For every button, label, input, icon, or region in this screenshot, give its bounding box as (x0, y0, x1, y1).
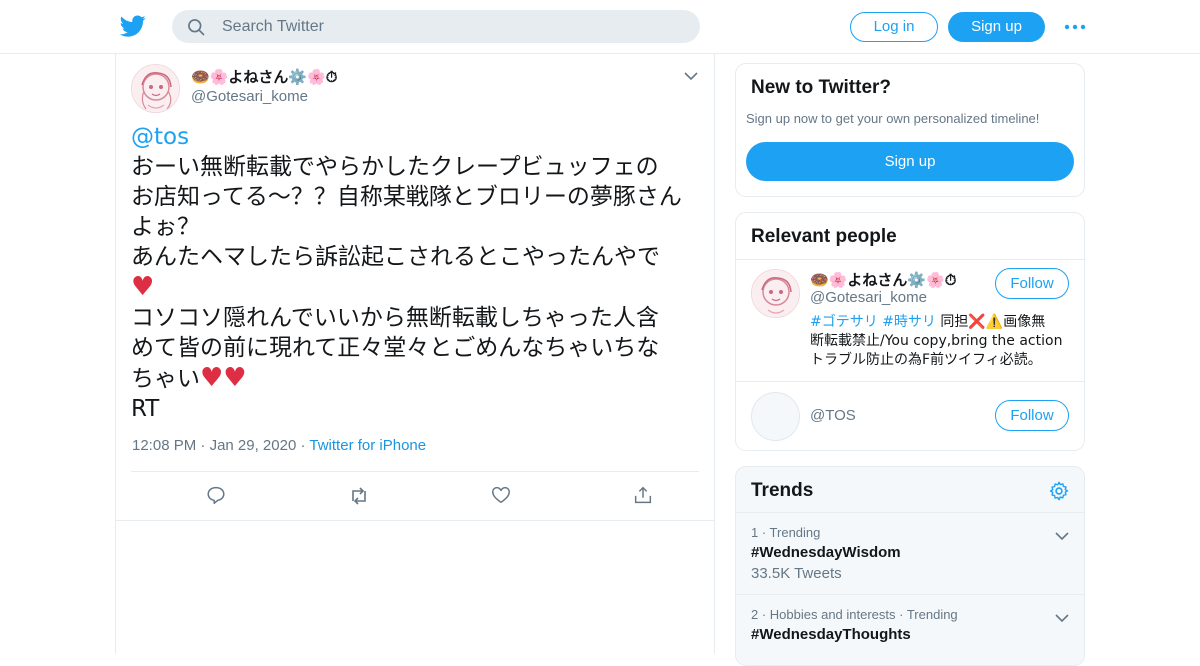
tweet-line: RT (131, 396, 160, 422)
trend-meta: 2 · Hobbies and interests · Trending (751, 607, 958, 622)
relevant-people-title: Relevant people (751, 226, 897, 247)
search-icon (186, 16, 208, 38)
divider (131, 471, 699, 472)
follow-button[interactable]: Follow (995, 268, 1069, 299)
trend-name[interactable]: #WednesdayThoughts (751, 626, 911, 643)
divider (116, 520, 714, 521)
follow-button[interactable]: Follow (995, 400, 1069, 431)
divider (736, 259, 1084, 260)
tweet-line: コソコソ隠れんでいいから無断転載しちゃった人含 (131, 305, 659, 331)
more-options-icon[interactable] (1063, 20, 1087, 34)
bio-text: トラブル防止の為F前ツイフィ必読。 (810, 352, 1042, 368)
signup-card: New to Twitter? Sign up now to get your … (735, 63, 1085, 197)
trends-card: Trends 1 · Trending #WednesdayWisdom 33.… (735, 466, 1085, 666)
signup-card-title: New to Twitter? (751, 77, 892, 98)
relevant-people-card: Relevant people 🍩🌸よねさん⚙️🌸⏱ @Gotesari_kom… (735, 212, 1085, 451)
meta-separator: · (200, 437, 210, 454)
top-bar: Log in Sign up (0, 0, 1200, 54)
heart-emoji: ♥ (131, 272, 155, 302)
divider (736, 381, 1084, 382)
hashtag-link[interactable]: #時サリ (882, 314, 936, 330)
trends-title: Trends (751, 480, 814, 501)
person-name[interactable]: 🍩🌸よねさん⚙️🌸⏱ (810, 269, 956, 290)
bio-text: 同担❌⚠️画像無 (935, 314, 1046, 330)
search-box[interactable] (172, 10, 700, 43)
chevron-down-icon[interactable] (1055, 528, 1069, 541)
trend-name[interactable]: #WednesdayWisdom (751, 544, 901, 561)
tweet-author-name[interactable]: 🍩🌸よねさん⚙️🌸⏱ (191, 66, 337, 87)
tweet-line: よぉ？ (131, 214, 200, 240)
share-icon[interactable] (632, 484, 656, 508)
search-input[interactable] (222, 17, 662, 36)
tweet-line: ちゃい (131, 366, 200, 392)
signup-card-subtitle: Sign up now to get your own personalized… (746, 111, 1040, 126)
tweet-line: めて皆の前に現れて正々堂々とごめんなちゃいちな (131, 335, 660, 361)
tweet-column: 🍩🌸よねさん⚙️🌸⏱ @Gotesari_kome @tos おーい無断転載でや… (115, 54, 715, 654)
person-handle[interactable]: @TOS (810, 407, 856, 424)
tweet-line: おーい無断転載でやらかしたクレープビュッフェの (131, 154, 659, 180)
person-handle[interactable]: @Gotesari_kome (810, 289, 927, 306)
avatar[interactable] (751, 269, 800, 318)
chevron-down-icon[interactable] (1055, 610, 1069, 623)
avatar[interactable] (751, 392, 800, 441)
bio-text: 断転載禁止/You copy,bring the action (810, 333, 1063, 349)
divider (736, 512, 1084, 513)
like-icon[interactable] (490, 484, 514, 508)
heart-emoji: ♥♥ (200, 363, 247, 393)
mention-link[interactable]: @tos (131, 122, 701, 152)
tweet-meta: 12:08 PM · Jan 29, 2020 · Twitter for iP… (132, 437, 426, 454)
avatar[interactable] (131, 64, 180, 113)
tweet-actions (131, 484, 699, 508)
login-button[interactable]: Log in (850, 12, 938, 42)
tweet-line-with-hearts: ちゃい♥♥ (131, 363, 701, 394)
tweet-author-handle[interactable]: @Gotesari_kome (191, 88, 308, 105)
chevron-down-icon[interactable] (684, 68, 698, 81)
divider (736, 594, 1084, 595)
signup-button[interactable]: Sign up (948, 12, 1045, 42)
tweet-line: あんたヘマしたら訴訟起こされるとこやったんやで (131, 244, 660, 270)
twitter-bird-icon[interactable] (119, 13, 147, 39)
tweet-date[interactable]: Jan 29, 2020 (210, 437, 297, 454)
trend-meta: 1 · Trending (751, 525, 821, 540)
tweet-line: お店知ってる〜？？自称某戦隊とブロリーの夢豚さん (131, 184, 682, 210)
reply-icon[interactable] (205, 484, 229, 508)
tweet-source[interactable]: Twitter for iPhone (309, 437, 426, 454)
tweet-text: @tos おーい無断転載でやらかしたクレープビュッフェの お店知ってる〜？？自称… (131, 122, 701, 424)
trend-count: 33.5K Tweets (751, 565, 842, 582)
gear-icon[interactable] (1048, 480, 1070, 502)
person-bio: #ゴテサリ #時サリ 同担❌⚠️画像無 断転載禁止/You copy,bring… (810, 313, 1072, 370)
hashtag-link[interactable]: #ゴテサリ (810, 314, 878, 330)
signup-card-button[interactable]: Sign up (746, 142, 1074, 181)
tweet-time[interactable]: 12:08 PM (132, 437, 196, 454)
retweet-icon[interactable] (347, 484, 371, 508)
